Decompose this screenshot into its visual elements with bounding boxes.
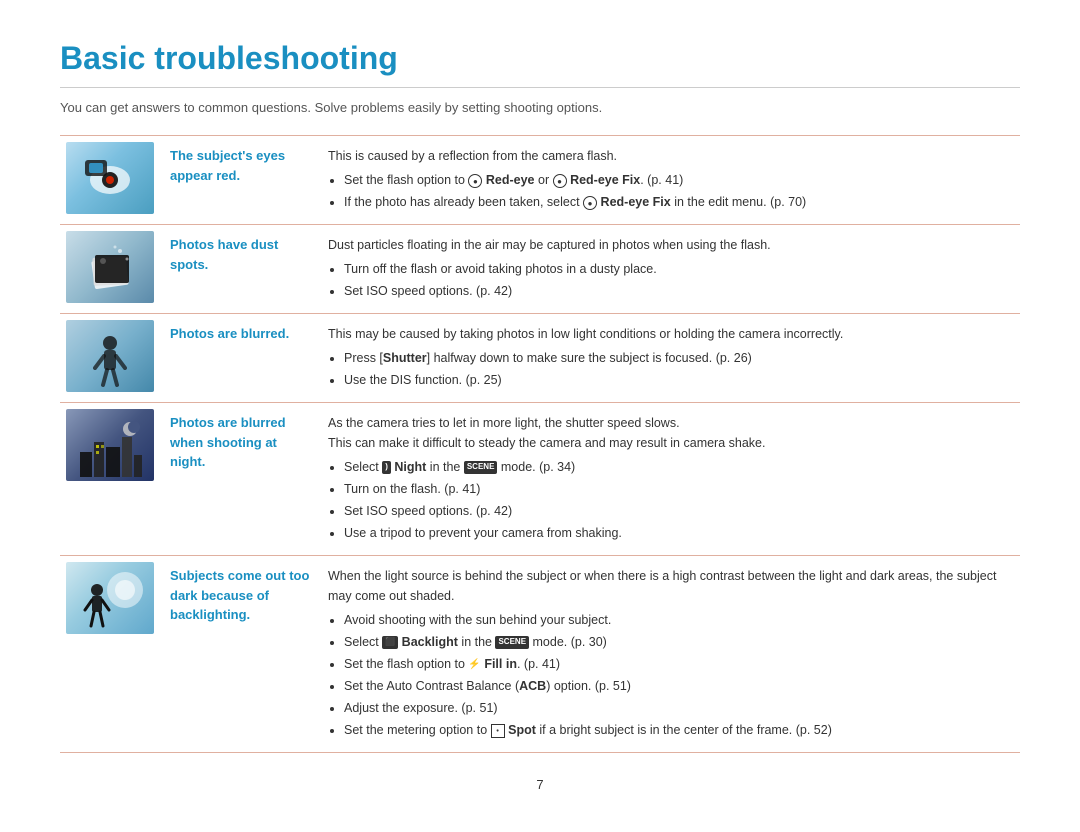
row-desc-blur: This may be caused by taking photos in l…: [320, 314, 1020, 403]
table-row: Photos are blurred. This may be caused b…: [60, 314, 1020, 403]
troubleshooting-table: The subject's eyes appear red. This is c…: [60, 135, 1020, 753]
row-desc-redeye: This is caused by a reflection from the …: [320, 136, 1020, 225]
table-row: The subject's eyes appear red. This is c…: [60, 136, 1020, 225]
table-row: Photos are blurred when shooting at nigh…: [60, 403, 1020, 556]
page-title: Basic troubleshooting: [60, 40, 1020, 88]
page-number: 7: [60, 777, 1020, 792]
row-image-night: [60, 403, 160, 556]
table-row: Photos have dust spots. Dust particles f…: [60, 225, 1020, 314]
row-label-dust: Photos have dust spots.: [160, 225, 320, 314]
table-row: Subjects come out too dark because of ba…: [60, 556, 1020, 753]
row-image-backlight: [60, 556, 160, 753]
row-label-redeye: The subject's eyes appear red.: [160, 136, 320, 225]
row-image-dust: [60, 225, 160, 314]
row-desc-night: As the camera tries to let in more light…: [320, 403, 1020, 556]
row-label-blur: Photos are blurred.: [160, 314, 320, 403]
page-subtitle: You can get answers to common questions.…: [60, 100, 1020, 115]
row-image-redeye: [60, 136, 160, 225]
row-desc-dust: Dust particles floating in the air may b…: [320, 225, 1020, 314]
row-image-blur: [60, 314, 160, 403]
row-label-night: Photos are blurred when shooting at nigh…: [160, 403, 320, 556]
row-desc-backlight: When the light source is behind the subj…: [320, 556, 1020, 753]
row-label-backlight: Subjects come out too dark because of ba…: [160, 556, 320, 753]
